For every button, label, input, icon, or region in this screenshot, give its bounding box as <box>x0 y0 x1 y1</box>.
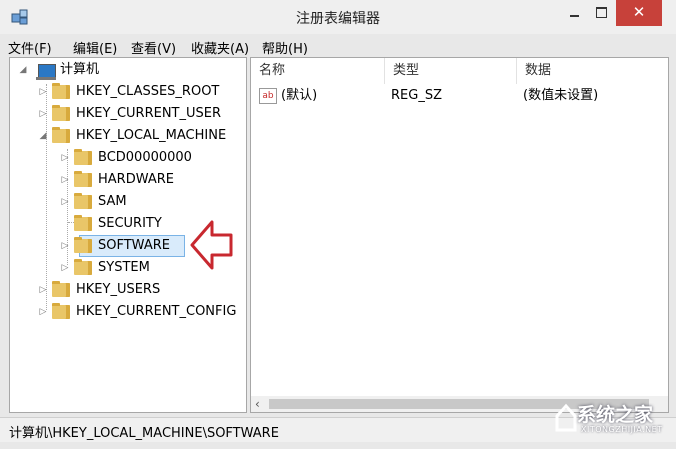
expand-icon[interactable]: ▷ <box>60 192 70 212</box>
tree-item-computer[interactable]: ◢ 计算机 <box>14 60 234 80</box>
computer-icon <box>36 64 56 80</box>
watermark-subtext: XITONGZHIJIA.NET <box>581 425 663 434</box>
list-item[interactable]: ab (默认) REG_SZ (数值未设置) <box>251 86 668 106</box>
tree-label: HKEY_CLASSES_ROOT <box>76 84 220 99</box>
close-icon: ✕ <box>632 3 646 21</box>
tree-label: SECURITY <box>98 216 162 231</box>
expand-icon[interactable]: ▷ <box>38 302 48 322</box>
folder-icon <box>74 259 92 275</box>
folder-icon <box>74 193 92 209</box>
expand-icon[interactable]: ▷ <box>38 280 48 300</box>
expand-icon[interactable]: ▷ <box>38 82 48 102</box>
expand-icon[interactable]: ▷ <box>60 258 70 278</box>
tree-item-hkcu[interactable]: ▷ HKEY_CURRENT_USER <box>34 104 244 124</box>
tree-item-bcd[interactable]: ▷ BCD00000000 <box>56 148 236 168</box>
expand-icon[interactable]: ▷ <box>38 104 48 124</box>
folder-icon <box>52 303 70 319</box>
status-path: 计算机\HKEY_LOCAL_MACHINE\SOFTWARE <box>9 426 279 441</box>
title-bar: 注册表编辑器 ✕ <box>0 0 676 34</box>
column-header-type[interactable]: 类型 <box>385 58 517 84</box>
folder-icon <box>52 105 70 121</box>
tree-label: HKEY_CURRENT_USER <box>76 106 222 121</box>
menu-view[interactable]: 查看(V) <box>131 38 176 57</box>
column-header-data[interactable]: 数据 <box>517 58 668 84</box>
folder-icon <box>52 127 70 143</box>
folder-icon <box>74 237 92 253</box>
tree-label: BCD00000000 <box>98 150 192 165</box>
folder-icon <box>74 215 92 231</box>
collapse-icon[interactable]: ◢ <box>18 60 28 80</box>
menu-bar: 文件(F) 编辑(E) 查看(V) 收藏夹(A) 帮助(H) <box>8 36 668 57</box>
value-type: REG_SZ <box>391 88 442 103</box>
expand-icon[interactable]: ▷ <box>60 236 70 256</box>
menu-file[interactable]: 文件(F) <box>8 38 52 57</box>
folder-icon <box>52 281 70 297</box>
column-header-name[interactable]: 名称 <box>251 58 385 84</box>
value-data: (数值未设置) <box>523 88 599 103</box>
scroll-left-icon[interactable]: ‹ <box>255 396 260 412</box>
collapse-icon[interactable]: ◢ <box>38 126 48 146</box>
tree-item-hku[interactable]: ▷ HKEY_USERS <box>34 280 244 300</box>
expand-icon[interactable]: ▷ <box>60 148 70 168</box>
folder-icon <box>52 83 70 99</box>
tree-item-sam[interactable]: ▷ SAM <box>56 192 236 212</box>
menu-edit[interactable]: 编辑(E) <box>73 38 117 57</box>
tree-label: HARDWARE <box>98 172 174 187</box>
tree-item-hkcc[interactable]: ▷ HKEY_CURRENT_CONFIG <box>34 302 244 322</box>
red-arrow-icon <box>190 220 233 270</box>
tree-label: 计算机 <box>60 62 100 77</box>
string-value-icon: ab <box>259 88 277 104</box>
watermark-text: 系统之家 <box>577 404 654 426</box>
value-name: (默认) <box>281 88 318 103</box>
folder-icon <box>74 149 92 165</box>
tree-item-hkcr[interactable]: ▷ HKEY_CLASSES_ROOT <box>34 82 244 102</box>
tree-label: HKEY_LOCAL_MACHINE <box>76 128 227 143</box>
tree-label: HKEY_CURRENT_CONFIG <box>76 304 237 319</box>
expand-icon[interactable]: ▷ <box>60 170 70 190</box>
house-icon <box>555 403 577 432</box>
tree-label: SAM <box>98 194 127 209</box>
menu-help[interactable]: 帮助(H) <box>262 38 308 57</box>
tree-item-hklm[interactable]: ◢ HKEY_LOCAL_MACHINE <box>34 126 244 146</box>
tree-item-hardware[interactable]: ▷ HARDWARE <box>56 170 236 190</box>
minimize-button[interactable] <box>562 0 586 26</box>
tree-label-selected: SOFTWARE <box>98 238 170 253</box>
menu-favorites[interactable]: 收藏夹(A) <box>191 38 249 57</box>
folder-icon <box>74 171 92 187</box>
value-list[interactable]: 名称 类型 数据 ab (默认) REG_SZ (数值未设置) ‹ <box>250 57 669 413</box>
close-button[interactable]: ✕ <box>616 0 662 26</box>
tree-label: HKEY_USERS <box>76 282 161 297</box>
watermark-logo: 系统之家 XITONGZHIJIA.NET <box>555 398 667 442</box>
tree-label: SYSTEM <box>98 260 150 275</box>
maximize-button[interactable] <box>588 0 614 26</box>
